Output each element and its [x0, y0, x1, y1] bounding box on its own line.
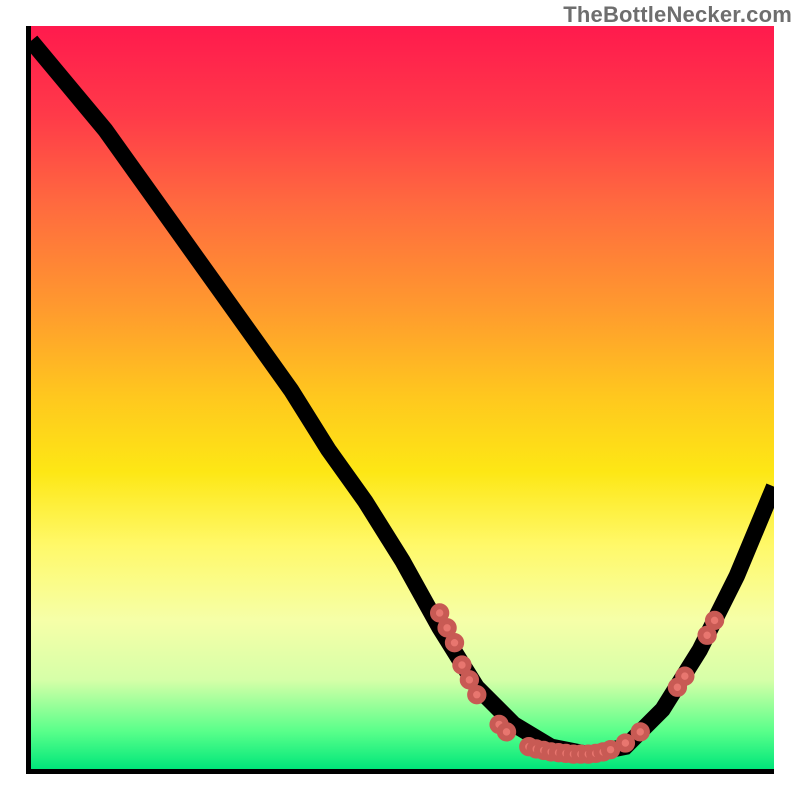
watermark-text: TheBottleNecker.com — [563, 2, 792, 28]
marker-dot — [463, 673, 476, 686]
marker-dot — [448, 636, 461, 649]
marker-dot — [678, 669, 691, 682]
marker-dot — [604, 743, 617, 756]
plot-frame — [26, 26, 774, 774]
marker-dot — [619, 736, 632, 749]
marker-group — [433, 606, 721, 761]
marker-dot — [708, 614, 721, 627]
chart-container: TheBottleNecker.com — [0, 0, 800, 800]
marker-dot — [440, 621, 453, 634]
marker-dot — [634, 725, 647, 738]
chart-svg — [31, 26, 774, 769]
marker-dot — [500, 725, 513, 738]
marker-dot — [700, 629, 713, 642]
bottleneck-curve — [31, 41, 774, 754]
marker-dot — [470, 688, 483, 701]
marker-dot — [433, 606, 446, 619]
marker-dot — [455, 658, 468, 671]
